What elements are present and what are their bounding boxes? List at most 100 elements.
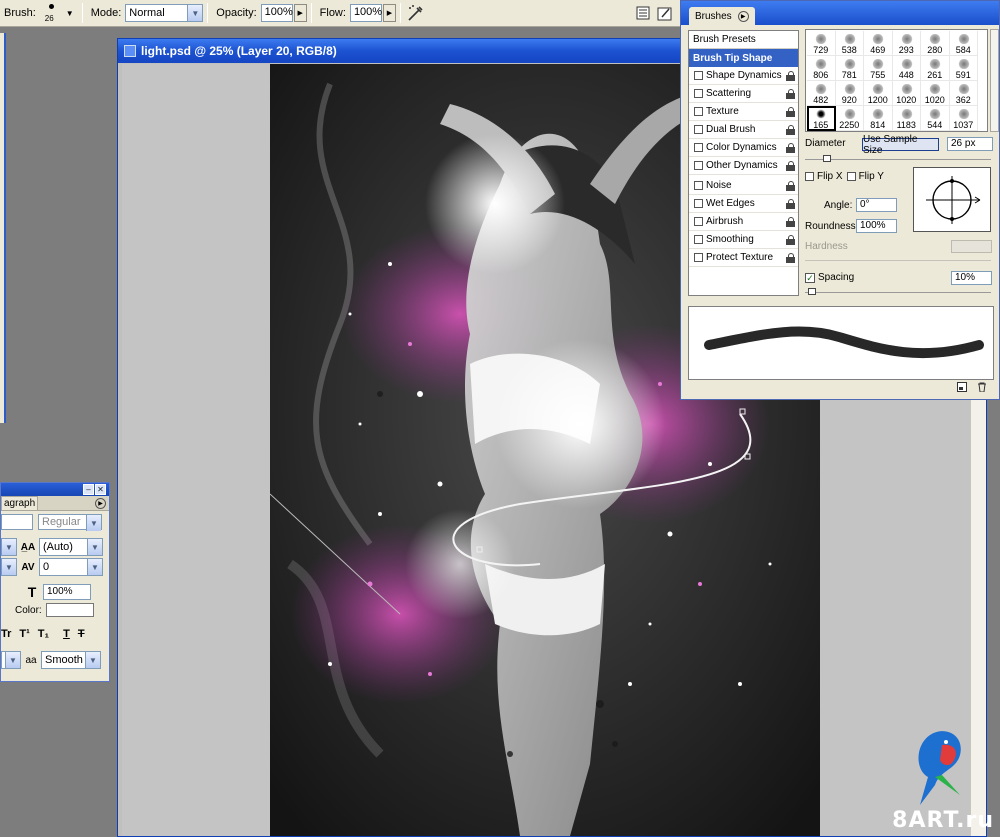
option-checkbox[interactable] (694, 235, 703, 244)
tracking-select[interactable]: 0 ▼ (39, 558, 103, 576)
lock-icon[interactable] (786, 235, 795, 245)
spacing-checkbox[interactable]: ✓ (805, 272, 815, 283)
close-icon[interactable]: ✕ (95, 484, 106, 495)
chevron-down-icon[interactable]: ▼ (187, 5, 203, 21)
spacing-input[interactable]: 10% (951, 271, 992, 285)
use-sample-size-button[interactable]: Use Sample Size (862, 134, 939, 156)
kerning-select[interactable]: ▼ (1, 558, 17, 576)
brush-option-airbrush[interactable]: Airbrush (689, 213, 798, 231)
option-checkbox[interactable] (694, 199, 703, 208)
brush-picker-button[interactable]: 26 (40, 1, 64, 25)
flow-input[interactable]: 100% (349, 4, 382, 22)
horizontal-scale-input[interactable]: 100% (43, 584, 91, 600)
lock-icon[interactable] (786, 143, 795, 153)
brush-tip-cell[interactable]: 293 (892, 31, 921, 56)
brush-option-texture[interactable]: Texture (689, 103, 798, 121)
subscript-button[interactable]: T₁ (38, 628, 49, 640)
brush-tip-cell[interactable]: 591 (949, 56, 978, 81)
option-checkbox[interactable] (694, 107, 703, 116)
brush-tip-cell[interactable]: 448 (892, 56, 921, 81)
brush-tip-cell[interactable]: 806 (807, 56, 836, 81)
brush-tip-cell[interactable]: 1037 (949, 106, 978, 131)
underline-button[interactable]: T (63, 628, 70, 640)
language-select[interactable]: ▼ (1, 651, 21, 669)
diameter-slider-track[interactable] (805, 159, 991, 160)
brush-tip-cell[interactable]: 261 (921, 56, 950, 81)
lock-icon[interactable] (786, 199, 795, 209)
brush-tip-cell[interactable]: 165 (807, 106, 836, 131)
brush-tip-cell[interactable]: 1200 (864, 81, 893, 106)
option-checkbox[interactable] (694, 125, 703, 134)
brush-option-dual-brush[interactable]: Dual Brush (689, 121, 798, 139)
diameter-slider-handle[interactable] (823, 155, 831, 162)
small-caps-button[interactable]: Tr (1, 628, 11, 640)
option-checkbox[interactable] (694, 143, 703, 152)
brush-option-other-dynamics[interactable]: Other Dynamics (689, 157, 798, 175)
brush-tip-cell[interactable]: 920 (835, 81, 864, 106)
lock-icon[interactable] (786, 89, 795, 99)
superscript-button[interactable]: T¹ (19, 628, 29, 640)
brush-dropdown-arrow-icon[interactable]: ▼ (66, 9, 74, 18)
font-family-select[interactable] (1, 514, 33, 530)
lock-icon[interactable] (786, 217, 795, 227)
antialias-select[interactable]: Smooth ▼ (41, 651, 101, 669)
flip-x-checkbox[interactable] (805, 172, 814, 181)
strikethrough-button[interactable]: T (78, 628, 85, 640)
spacing-slider-track[interactable] (805, 292, 991, 293)
palette-well-icon[interactable] (632, 2, 654, 24)
chevron-down-icon[interactable]: ▼ (86, 515, 101, 531)
lock-icon[interactable] (786, 125, 795, 135)
brush-option-noise[interactable]: Noise (689, 177, 798, 195)
lock-icon[interactable] (786, 253, 795, 263)
lock-icon[interactable] (786, 181, 795, 191)
brush-option-scattering[interactable]: Scattering (689, 85, 798, 103)
brush-option-wet-edges[interactable]: Wet Edges (689, 195, 798, 213)
brush-option-shape-dynamics[interactable]: Shape Dynamics (689, 67, 798, 85)
brush-option-protect-texture[interactable]: Protect Texture (689, 249, 798, 267)
brush-tip-cell[interactable]: 469 (864, 31, 893, 56)
brush-tip-cell[interactable]: 781 (835, 56, 864, 81)
chevron-down-icon[interactable]: ▼ (1, 539, 16, 555)
chevron-down-icon[interactable]: ▼ (87, 559, 102, 575)
chevron-down-icon[interactable]: ▼ (1, 559, 16, 575)
minimize-icon[interactable]: – (83, 484, 94, 495)
flip-y-checkbox[interactable] (846, 172, 856, 181)
brush-tip-cell[interactable]: 729 (807, 31, 836, 56)
brush-option-smoothing[interactable]: Smoothing (689, 231, 798, 249)
panel-menu-icon[interactable]: ▶ (95, 497, 106, 509)
brush-tip-shape-item[interactable]: Brush Tip Shape (689, 49, 798, 67)
brush-tip-cell[interactable]: 1020 (921, 81, 950, 106)
option-checkbox[interactable] (694, 89, 703, 98)
angle-input[interactable]: 0° (856, 198, 897, 212)
brush-tip-cell[interactable]: 2250 (835, 106, 864, 131)
chevron-down-icon[interactable]: ▼ (5, 652, 20, 668)
mode-select[interactable]: Normal ▼ (125, 4, 204, 22)
brush-tip-cell[interactable]: 1183 (892, 106, 921, 131)
brush-tip-cell[interactable]: 362 (949, 81, 978, 106)
lock-icon[interactable] (786, 107, 795, 117)
font-size-select[interactable]: ▼ (1, 538, 17, 556)
option-checkbox[interactable] (694, 71, 703, 80)
opacity-slider-button[interactable]: ▶ (293, 4, 307, 22)
chevron-down-icon[interactable]: ▼ (85, 652, 100, 668)
brush-presets-item[interactable]: Brush Presets (689, 31, 798, 49)
flow-slider-button[interactable]: ▶ (382, 4, 396, 22)
brush-tip-cell[interactable]: 1020 (892, 81, 921, 106)
lock-icon[interactable] (786, 161, 795, 171)
tab-brushes[interactable]: Brushes ▶ (689, 7, 755, 25)
brush-tip-cell[interactable]: 814 (864, 106, 893, 131)
spacing-slider-handle[interactable] (808, 288, 816, 295)
brushes-palette-icon[interactable] (654, 2, 676, 24)
opacity-input[interactable]: 100% (260, 4, 293, 22)
text-color-swatch[interactable] (45, 603, 94, 617)
brush-tip-cell[interactable]: 755 (864, 56, 893, 81)
lock-icon[interactable] (786, 71, 795, 81)
brush-tip-cell[interactable]: 584 (949, 31, 978, 56)
brush-tip-cell[interactable]: 280 (921, 31, 950, 56)
airbrush-icon[interactable] (405, 2, 427, 24)
tab-paragraph[interactable]: agraph (1, 496, 39, 510)
leading-select[interactable]: (Auto) ▼ (39, 538, 103, 556)
new-brush-icon[interactable] (957, 382, 967, 395)
roundness-input[interactable]: 100% (856, 219, 897, 233)
brush-tip-cell[interactable]: 482 (807, 81, 836, 106)
